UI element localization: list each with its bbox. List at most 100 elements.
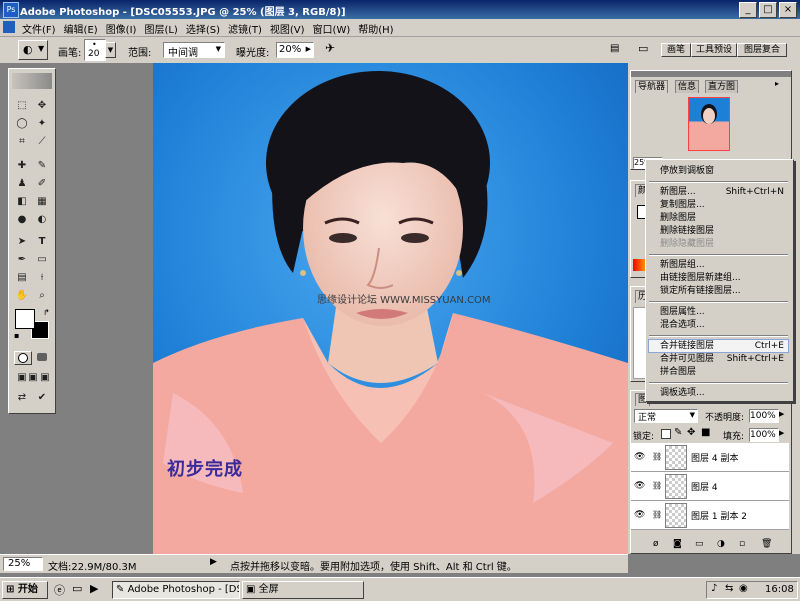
menu-item-layer-properties[interactable]: 图层属性...: [660, 306, 788, 318]
brush-dropdown-button[interactable]: ▼: [105, 42, 116, 58]
link-icon[interactable]: ⛓: [652, 481, 662, 491]
pen-tool-icon[interactable]: ✒: [14, 253, 30, 267]
document-canvas[interactable]: 思缘设计论坛 WWW.MISSYUAN.COM 初步完成: [153, 63, 628, 554]
marquee-tool-icon[interactable]: ⬚: [14, 99, 30, 113]
panel-grip[interactable]: [631, 71, 791, 77]
layer-style-icon[interactable]: ø: [653, 539, 659, 549]
palette-tab-tool-presets[interactable]: 工具预设: [691, 43, 737, 57]
tool-preset-picker[interactable]: ◐ ▼: [18, 40, 48, 60]
layer-row[interactable]: 👁 ⛓ 图层 4 副本: [631, 443, 789, 472]
chevron-right-icon[interactable]: ▶: [779, 410, 784, 418]
swap-colors-icon[interactable]: ↱: [43, 308, 50, 317]
menu-select[interactable]: 选择(S): [182, 19, 224, 38]
link-icon[interactable]: ⛓: [652, 452, 662, 462]
default-colors-icon[interactable]: ▪: [14, 331, 19, 340]
palette-tab-brushes[interactable]: 画笔: [661, 43, 691, 57]
menu-item-merge-linked[interactable]: 合并链接图层 Ctrl+E: [648, 339, 789, 353]
menu-item-blending-options[interactable]: 混合选项...: [660, 319, 788, 331]
healing-brush-tool-icon[interactable]: ✚: [14, 159, 30, 173]
navigator-thumbnail[interactable]: [688, 97, 730, 151]
status-arrow-icon[interactable]: ▶: [210, 557, 217, 567]
layer-row[interactable]: 👁 ⛓ 图层 1 副本 2: [631, 501, 789, 530]
media-player-icon[interactable]: ▶: [90, 582, 98, 595]
airbrush-icon[interactable]: ✈: [325, 41, 341, 57]
quick-mask-icon[interactable]: [34, 351, 50, 363]
path-selection-tool-icon[interactable]: ➤: [14, 235, 30, 249]
eye-icon[interactable]: 👁: [634, 452, 645, 462]
close-button[interactable]: ×: [779, 2, 797, 18]
new-layer-icon[interactable]: ▫: [739, 539, 745, 549]
brush-tool-icon[interactable]: ✎: [34, 159, 50, 173]
menu-image[interactable]: 图像(I): [102, 19, 141, 38]
taskbar-photoshop[interactable]: ✎ Adobe Photoshop - [DSC...: [112, 581, 240, 599]
zoom-tool-icon[interactable]: ⌕: [34, 289, 50, 303]
history-brush-tool-icon[interactable]: ✐: [34, 177, 50, 191]
layer-mask-icon[interactable]: ◙: [673, 539, 682, 549]
hand-tool-icon[interactable]: ✋: [14, 289, 30, 303]
adjustment-layer-icon[interactable]: ◑: [717, 539, 725, 549]
standard-mode-icon[interactable]: [14, 351, 32, 365]
blur-tool-icon[interactable]: ●: [14, 213, 30, 227]
range-select[interactable]: 中间调 ▼: [163, 42, 225, 59]
tab-navigator[interactable]: 导航器: [635, 80, 669, 93]
lasso-tool-icon[interactable]: ◯: [14, 117, 30, 131]
menu-item-new-layer[interactable]: 新图层... Shift+Ctrl+N: [660, 186, 788, 198]
palette-tab-layer-comps[interactable]: 图层复合: [737, 43, 787, 57]
full-screen-icon[interactable]: ▣: [37, 371, 53, 385]
minimize-button[interactable]: _: [739, 2, 757, 18]
eraser-tool-icon[interactable]: ◧: [14, 195, 30, 209]
lock-all-icon[interactable]: ■: [701, 427, 710, 438]
lock-pixels-icon[interactable]: ✎: [674, 427, 682, 438]
network-icon[interactable]: ⇆: [725, 583, 733, 594]
maximize-button[interactable]: □: [759, 2, 777, 18]
palette-well-icon[interactable]: ▭: [638, 42, 654, 56]
imageready-icon[interactable]: ✔: [34, 391, 50, 405]
clone-stamp-tool-icon[interactable]: ♟: [14, 177, 30, 191]
dodge-tool-icon[interactable]: ◐: [34, 213, 50, 227]
menu-item-palette-options[interactable]: 调板选项...: [660, 387, 788, 399]
zoom-input[interactable]: 25%: [3, 557, 43, 571]
crop-tool-icon[interactable]: ⌗: [14, 135, 30, 149]
menu-item-delete-linked-layers[interactable]: 删除链接图层: [660, 225, 788, 237]
shape-tool-icon[interactable]: ▭: [34, 253, 50, 267]
ie-icon[interactable]: ⓔ: [54, 582, 65, 598]
start-button[interactable]: ⊞ 开始: [2, 581, 48, 599]
show-desktop-icon[interactable]: ▭: [72, 582, 82, 595]
lock-position-icon[interactable]: ✥: [687, 427, 695, 438]
tab-histogram[interactable]: 直方图: [705, 80, 739, 93]
menu-item-new-layer-set[interactable]: 新图层组...: [660, 259, 788, 271]
blend-mode-select[interactable]: 正常 ▼: [634, 409, 698, 423]
eye-icon[interactable]: 👁: [634, 510, 645, 520]
notes-tool-icon[interactable]: ▤: [14, 271, 30, 285]
menu-item-flatten-image[interactable]: 拼合图层: [660, 366, 788, 378]
menu-edit[interactable]: 编辑(E): [60, 19, 102, 38]
trash-icon[interactable]: 🗑: [761, 539, 772, 549]
chevron-right-icon[interactable]: ▶: [779, 429, 784, 437]
foreground-color-swatch[interactable]: [15, 309, 35, 329]
layer-row[interactable]: 👁 ⛓ 图层 4: [631, 472, 789, 501]
opacity-input[interactable]: 100%: [749, 409, 779, 423]
menu-window[interactable]: 窗口(W): [309, 19, 355, 38]
new-group-icon[interactable]: ▭: [695, 539, 704, 549]
exposure-input[interactable]: 20% ▶: [276, 42, 314, 58]
slice-tool-icon[interactable]: ⟋: [34, 135, 50, 149]
type-tool-icon[interactable]: T: [34, 235, 50, 249]
gradient-tool-icon[interactable]: ▦: [34, 195, 50, 209]
menu-item-merge-visible[interactable]: 合并可见图层 Shift+Ctrl+E: [660, 353, 788, 365]
menu-layer[interactable]: 图层(L): [140, 19, 181, 38]
menu-help[interactable]: 帮助(H): [354, 19, 397, 38]
magic-wand-tool-icon[interactable]: ✦: [34, 117, 50, 131]
menu-item-delete-layer[interactable]: 删除图层: [660, 212, 788, 224]
lock-transparency-icon[interactable]: [661, 429, 671, 439]
menu-item-new-set-from-linked[interactable]: 由链接图层新建组...: [660, 272, 788, 284]
menu-item-dock-to-palette-well[interactable]: 停放到调板窗: [660, 165, 788, 177]
menu-file[interactable]: 文件(F): [18, 19, 60, 38]
link-icon[interactable]: ⛓: [652, 510, 662, 520]
eyedropper-tool-icon[interactable]: ⟊: [34, 271, 50, 285]
move-tool-icon[interactable]: ✥: [34, 99, 50, 113]
menu-item-duplicate-layer[interactable]: 复制图层...: [660, 199, 788, 211]
fill-input[interactable]: 100%: [749, 428, 779, 442]
brush-picker[interactable]: • 20: [84, 39, 106, 61]
menu-view[interactable]: 视图(V): [266, 19, 309, 38]
jump-to-imageready-icon[interactable]: ⇄: [14, 391, 30, 405]
